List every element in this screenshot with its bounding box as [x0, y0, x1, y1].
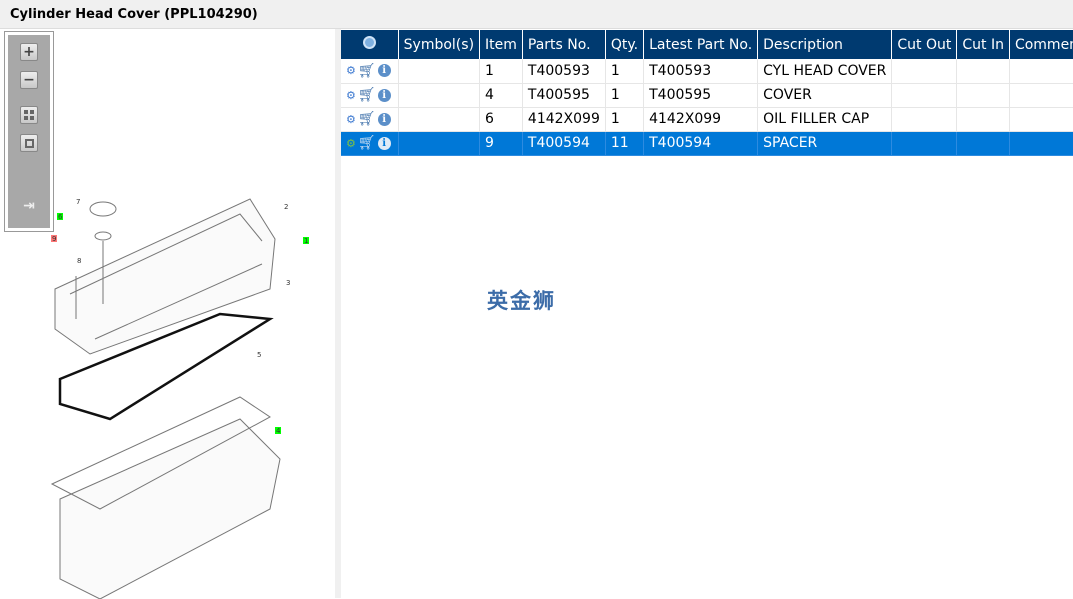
- cart-icon[interactable]: 🛒︎: [358, 87, 376, 103]
- cell-latest-part-no: T400594: [643, 131, 759, 156]
- info-icon[interactable]: i: [377, 136, 391, 150]
- cell-cut-out: [891, 83, 958, 108]
- column-header-actions[interactable]: [341, 30, 399, 59]
- square-icon: [24, 138, 34, 148]
- grid-header: Symbol(s) Item Parts No. Qty. Latest Par…: [341, 30, 1073, 59]
- cell-qty: 1: [605, 83, 645, 108]
- table-row-selected[interactable]: ⚙ 🛒︎ i 9 T400594 11 T400594 SPACER: [341, 131, 1073, 156]
- callout-3: 3: [286, 279, 290, 287]
- gears-icon[interactable]: ⚙: [346, 64, 356, 77]
- callout-1[interactable]: 1: [304, 237, 308, 245]
- info-icon[interactable]: i: [377, 64, 391, 78]
- row-actions: ⚙ 🛒︎ i: [341, 131, 399, 156]
- page-title: Cylinder Head Cover (PPL104290): [10, 7, 258, 22]
- cell-description: COVER: [757, 83, 893, 108]
- cell-parts-no: T400594: [522, 131, 606, 156]
- cell-cut-out: [891, 131, 958, 156]
- table-row[interactable]: ⚙ 🛒︎ i 4 T400595 1 T400595 COVER: [341, 83, 1073, 108]
- info-icon[interactable]: i: [377, 112, 391, 126]
- cell-qty: 1: [605, 107, 645, 132]
- fit-all-button[interactable]: [20, 106, 38, 124]
- search-zoom-icon: [362, 36, 376, 49]
- info-icon[interactable]: i: [377, 88, 391, 102]
- row-actions: ⚙ 🛒︎ i: [341, 59, 399, 84]
- cell-comment: [1009, 131, 1073, 156]
- cell-comment: [1009, 107, 1073, 132]
- row-actions: ⚙ 🛒︎ i: [341, 107, 399, 132]
- gear-icon[interactable]: ⚙: [346, 137, 356, 150]
- cell-cut-in: [956, 59, 1010, 84]
- cart-icon[interactable]: 🛒︎: [358, 135, 376, 151]
- grid-icon: [24, 110, 34, 120]
- column-header-cut-out[interactable]: Cut Out: [891, 30, 958, 59]
- callout-9[interactable]: 9: [52, 235, 56, 243]
- cart-icon[interactable]: 🛒︎: [358, 63, 376, 79]
- cell-item: 1: [479, 59, 523, 84]
- cart-icon[interactable]: 🛒︎: [358, 111, 376, 127]
- zoom-out-button[interactable]: −: [20, 71, 38, 89]
- cell-parts-no: 4142X099: [522, 107, 606, 132]
- gears-icon[interactable]: ⚙: [346, 113, 356, 126]
- callout-8: 8: [77, 257, 81, 265]
- cell-item: 6: [479, 107, 523, 132]
- cell-comment: [1009, 83, 1073, 108]
- callout-5: 5: [257, 351, 261, 359]
- cell-cut-in: [956, 83, 1010, 108]
- cell-symbols: [398, 59, 481, 84]
- cell-symbols: [398, 83, 481, 108]
- cell-item: 9: [479, 131, 523, 156]
- table-row[interactable]: ⚙ 🛒︎ i 1 T400593 1 T400593 CYL HEAD COVER: [341, 59, 1073, 84]
- row-actions: ⚙ 🛒︎ i: [341, 83, 399, 108]
- column-header-qty[interactable]: Qty.: [605, 30, 645, 59]
- zoom-in-button[interactable]: +: [20, 43, 38, 61]
- cell-qty: 1: [605, 59, 645, 84]
- column-header-symbols[interactable]: Symbol(s): [398, 30, 481, 59]
- cell-qty: 11: [605, 131, 645, 156]
- callout-4[interactable]: 4: [276, 427, 281, 435]
- cell-description: OIL FILLER CAP: [757, 107, 893, 132]
- gears-icon[interactable]: ⚙: [346, 89, 356, 102]
- cell-symbols: [398, 131, 481, 156]
- column-header-cut-in[interactable]: Cut In: [956, 30, 1010, 59]
- callout-2: 2: [284, 203, 288, 211]
- cell-symbols: [398, 107, 481, 132]
- cell-cut-out: [891, 107, 958, 132]
- diagram-panel[interactable]: + − ⇥ 7 8 6 9 2 1 3 5 4: [0, 29, 335, 599]
- cell-description: CYL HEAD COVER: [757, 59, 893, 84]
- column-header-latest-part-no[interactable]: Latest Part No.: [643, 30, 759, 59]
- cell-cut-in: [956, 131, 1010, 156]
- exploded-parts-diagram: 7 8 6 9 2 1 3 5 4: [50, 198, 309, 599]
- cell-item: 4: [479, 83, 523, 108]
- title-bar: Cylinder Head Cover (PPL104290): [0, 0, 1073, 29]
- column-header-comment[interactable]: Comment: [1009, 30, 1073, 59]
- cell-latest-part-no: T400595: [643, 83, 759, 108]
- cell-parts-no: T400595: [522, 83, 606, 108]
- watermark: 英金狮: [487, 289, 556, 313]
- column-header-item[interactable]: Item: [479, 30, 523, 59]
- cell-latest-part-no: 4142X099: [643, 107, 759, 132]
- cell-description: SPACER: [757, 131, 893, 156]
- callout-7: 7: [76, 198, 80, 206]
- column-header-description[interactable]: Description: [757, 30, 893, 59]
- cell-comment: [1009, 59, 1073, 84]
- column-header-parts-no[interactable]: Parts No.: [522, 30, 606, 59]
- cell-parts-no: T400593: [522, 59, 606, 84]
- cell-cut-in: [956, 107, 1010, 132]
- table-row[interactable]: ⚙ 🛒︎ i 6 4142X099 1 4142X099 OIL FILLER CA…: [341, 107, 1073, 132]
- callout-6[interactable]: 6: [58, 213, 63, 221]
- parts-grid: Symbol(s) Item Parts No. Qty. Latest Par…: [341, 30, 1073, 156]
- cell-cut-out: [891, 59, 958, 84]
- cell-latest-part-no: T400593: [643, 59, 759, 84]
- fit-window-button[interactable]: [20, 134, 38, 152]
